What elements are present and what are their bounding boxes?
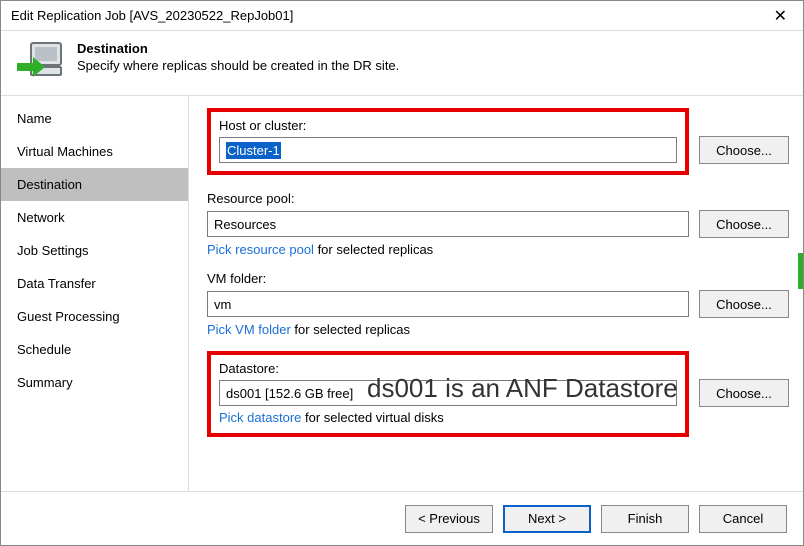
datastore-label: Datastore: bbox=[219, 361, 677, 376]
titlebar: Edit Replication Job [AVS_20230522_RepJo… bbox=[1, 1, 803, 31]
host-value: Cluster-1 bbox=[226, 142, 281, 159]
datastore-input[interactable] bbox=[219, 380, 677, 406]
pool-input[interactable] bbox=[207, 211, 689, 237]
close-icon[interactable]: ✕ bbox=[768, 6, 793, 26]
wizard-sidebar: Name Virtual Machines Destination Networ… bbox=[1, 96, 189, 491]
choose-folder-button[interactable]: Choose... bbox=[699, 290, 789, 318]
wizard-footer: < Previous Next > Finish Cancel bbox=[1, 491, 803, 545]
previous-button[interactable]: < Previous bbox=[405, 505, 493, 533]
sidebar-item-job-settings[interactable]: Job Settings bbox=[1, 234, 188, 267]
cancel-button[interactable]: Cancel bbox=[699, 505, 787, 533]
choose-host-button[interactable]: Choose... bbox=[699, 136, 789, 164]
pick-resource-pool-link[interactable]: Pick resource pool bbox=[207, 242, 314, 257]
host-label: Host or cluster: bbox=[219, 118, 677, 133]
sidebar-item-name[interactable]: Name bbox=[1, 102, 188, 135]
page-title: Destination bbox=[77, 41, 399, 56]
window-title: Edit Replication Job [AVS_20230522_RepJo… bbox=[11, 8, 768, 23]
sidebar-item-guest-processing[interactable]: Guest Processing bbox=[1, 300, 188, 333]
pick-vm-folder-link[interactable]: Pick VM folder bbox=[207, 322, 291, 337]
pool-label: Resource pool: bbox=[207, 191, 789, 206]
sidebar-item-summary[interactable]: Summary bbox=[1, 366, 188, 399]
folder-input[interactable] bbox=[207, 291, 689, 317]
pick-datastore-link[interactable]: Pick datastore bbox=[219, 410, 301, 425]
destination-icon bbox=[17, 41, 65, 81]
host-input[interactable]: Cluster-1 bbox=[219, 137, 677, 163]
choose-pool-button[interactable]: Choose... bbox=[699, 210, 789, 238]
folder-label: VM folder: bbox=[207, 271, 789, 286]
page-subtitle: Specify where replicas should be created… bbox=[77, 58, 399, 73]
choose-datastore-button[interactable]: Choose... bbox=[699, 379, 789, 407]
next-button[interactable]: Next > bbox=[503, 505, 591, 533]
sidebar-item-data-transfer[interactable]: Data Transfer bbox=[1, 267, 188, 300]
sidebar-item-destination[interactable]: Destination bbox=[1, 168, 188, 201]
folder-hint-rest: for selected replicas bbox=[291, 322, 410, 337]
wizard-header: Destination Specify where replicas shoul… bbox=[1, 31, 803, 96]
sidebar-item-schedule[interactable]: Schedule bbox=[1, 333, 188, 366]
wizard-main: Host or cluster: Cluster-1 Choose... Res… bbox=[189, 96, 803, 491]
finish-button[interactable]: Finish bbox=[601, 505, 689, 533]
pool-hint-rest: for selected replicas bbox=[314, 242, 433, 257]
sidebar-item-virtual-machines[interactable]: Virtual Machines bbox=[1, 135, 188, 168]
sidebar-item-network[interactable]: Network bbox=[1, 201, 188, 234]
datastore-hint-rest: for selected virtual disks bbox=[301, 410, 443, 425]
